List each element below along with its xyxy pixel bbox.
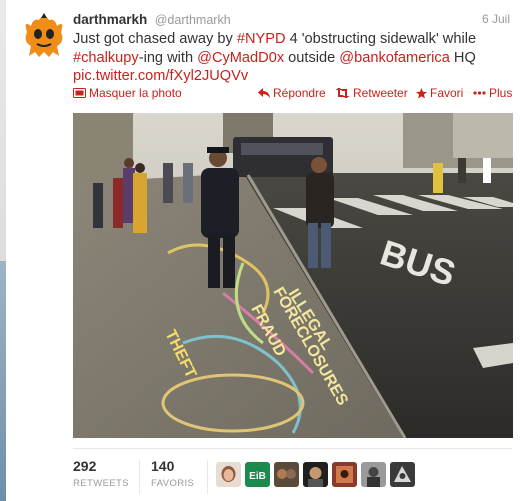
hashtag-link[interactable]: #NYPD [237,31,286,47]
favoriter-avatar[interactable] [332,462,357,487]
favoriters-avatars: EiB [216,462,415,487]
user-handle[interactable]: @darthmarkh [155,13,231,27]
avatar-image [19,10,69,60]
reply-label: Répondre [273,86,326,100]
user-fullname[interactable]: darthmarkh [73,12,147,27]
tweet-header: darthmarkh @darthmarkh 6 Juil [73,11,512,29]
favoriter-avatar[interactable] [216,462,241,487]
mention-link[interactable]: @bankofamerica [339,50,450,66]
hide-photo-button[interactable]: Masquer la photo [73,86,182,100]
retweets-count: 292 [73,458,97,474]
tweet-text: Just got chased away by #NYPD 4 'obstruc… [73,30,513,86]
more-icon [473,91,486,95]
more-button[interactable]: Plus [473,86,512,100]
reply-icon [258,88,270,98]
avatar[interactable] [19,10,69,60]
retweets-label: RETWEETS [73,478,129,489]
retweet-label: Retweeter [353,86,408,100]
tweet-text-part: Just got chased away by [73,31,237,47]
tweet-text-part: outside [284,49,340,66]
tweet: darthmarkh @darthmarkh 6 Juil Just got c… [6,0,522,501]
favoriter-avatar[interactable] [274,462,299,487]
photo-image: BUS ILLEGAL FORECLOSURES FRAUD THEFT [73,113,513,438]
hide-photo-label: Masquer la photo [89,86,182,100]
hide-photo-icon [73,88,86,98]
hashtag-link[interactable]: #chalkupy [73,50,139,66]
tweet-photo[interactable]: BUS ILLEGAL FORECLOSURES FRAUD THEFT [73,113,513,438]
favorites-count: 140 [151,458,175,474]
star-icon [416,87,427,98]
pic-link[interactable]: pic.twitter.com/fXyl2JUQVv [73,68,248,84]
favorite-button[interactable]: Favori [416,86,463,100]
favorites-stat[interactable]: 140 FAVORIS [151,458,194,489]
tweet-text-part: HQ [449,49,476,66]
stat-separator [207,460,208,494]
tweet-text-part: 4 'obstructing sidewalk' while [285,31,477,47]
svg-text:EiB: EiB [249,471,266,482]
stat-separator [139,460,140,494]
retweet-icon [335,88,350,98]
favoriter-avatar[interactable] [390,462,415,487]
retweet-button[interactable]: Retweeter [335,86,408,100]
favorite-label: Favori [430,86,464,100]
reply-button[interactable]: Répondre [258,86,326,100]
tweet-actions: Masquer la photo Répondre Retweeter Favo… [73,86,514,104]
stats-divider [73,448,512,449]
tweet-text-part: -ing with [138,49,198,66]
favoriter-avatar[interactable] [361,462,386,487]
tweet-timestamp[interactable]: 6 Juil [482,12,510,26]
mention-link[interactable]: @CyMadD0x [197,50,284,66]
favorites-label: FAVORIS [151,478,195,489]
favoriter-avatar[interactable] [303,462,328,487]
retweets-stat[interactable]: 292 RETWEETS [73,458,129,489]
favoriter-avatar[interactable]: EiB [245,462,270,487]
more-label: Plus [489,86,513,100]
